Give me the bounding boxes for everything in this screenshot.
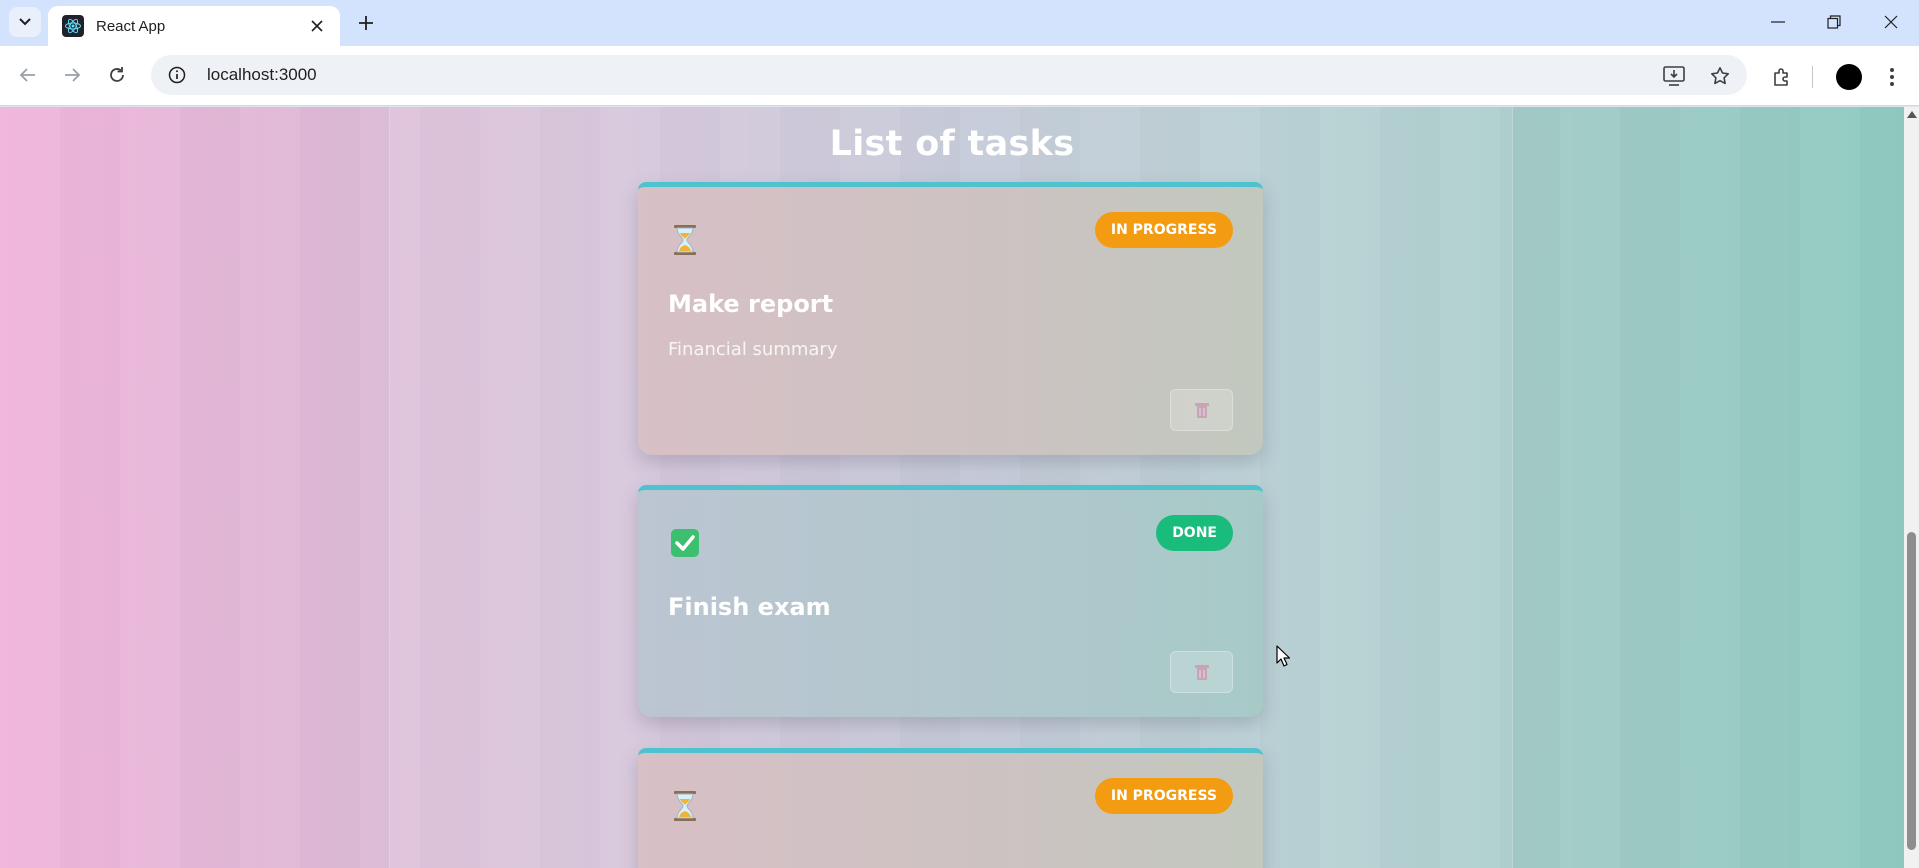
address-bar[interactable]: localhost:3000 [151,55,1747,95]
task-description: Financial summary [668,339,838,360]
delete-task-button[interactable] [1170,389,1233,431]
arrow-left-icon [19,68,35,82]
delete-task-button[interactable] [1170,651,1233,693]
tab-title: React App [96,17,166,35]
check-box-icon [670,526,700,560]
trash-icon [1194,665,1209,680]
close-icon [1884,15,1898,29]
hourglass-icon [670,223,700,257]
page-scrollbar[interactable] [1904,107,1919,868]
status-badge: DONE [1156,515,1233,551]
tab-search-button[interactable] [9,7,41,37]
reload-icon [110,67,124,82]
chevron-down-icon [19,18,31,26]
reload-button[interactable] [102,60,132,90]
status-badge: IN PROGRESS [1094,212,1233,248]
minimize-icon [1771,21,1785,23]
site-info-icon[interactable] [165,63,189,87]
close-tab-icon[interactable] [306,15,328,37]
scrollbar-thumb[interactable] [1907,532,1916,850]
profile-avatar[interactable] [1836,64,1862,90]
browser-tab[interactable]: React App [48,6,340,46]
scroll-up-arrow-icon[interactable] [1907,111,1917,118]
task-title: Make report [668,290,834,318]
extensions-puzzle-icon[interactable] [1768,63,1796,91]
arrow-right-icon [65,68,81,82]
forward-button[interactable] [57,60,87,90]
browser-tab-bar: React App [0,0,1919,46]
restore-icon [1827,15,1841,29]
install-app-icon[interactable] [1661,63,1687,89]
trash-icon [1194,403,1209,418]
mouse-cursor-icon [1276,645,1290,667]
react-logo-icon [62,15,84,37]
task-title: Finish exam [668,593,831,621]
new-tab-button[interactable] [352,9,380,37]
close-window-button[interactable] [1873,6,1909,38]
bookmark-star-icon[interactable] [1707,63,1733,89]
page-viewport: List of tasks IN PROGRESS Make report Fi… [0,107,1904,868]
hourglass-icon [670,789,700,823]
minimize-window-button[interactable] [1760,6,1796,38]
page-title: List of tasks [829,124,1075,164]
more-menu-icon[interactable] [1878,63,1906,91]
task-card: IN PROGRESS [638,748,1263,868]
task-card: IN PROGRESS Make report Financial summar… [638,182,1263,455]
back-button[interactable] [13,60,43,90]
restore-window-button[interactable] [1816,6,1852,38]
url-text[interactable]: localhost:3000 [207,65,317,85]
plus-icon [359,16,373,30]
task-card: DONE Finish exam [638,485,1263,717]
toolbar-divider [1812,66,1813,88]
status-badge: IN PROGRESS [1094,778,1233,814]
browser-toolbar: localhost:3000 [0,46,1919,106]
